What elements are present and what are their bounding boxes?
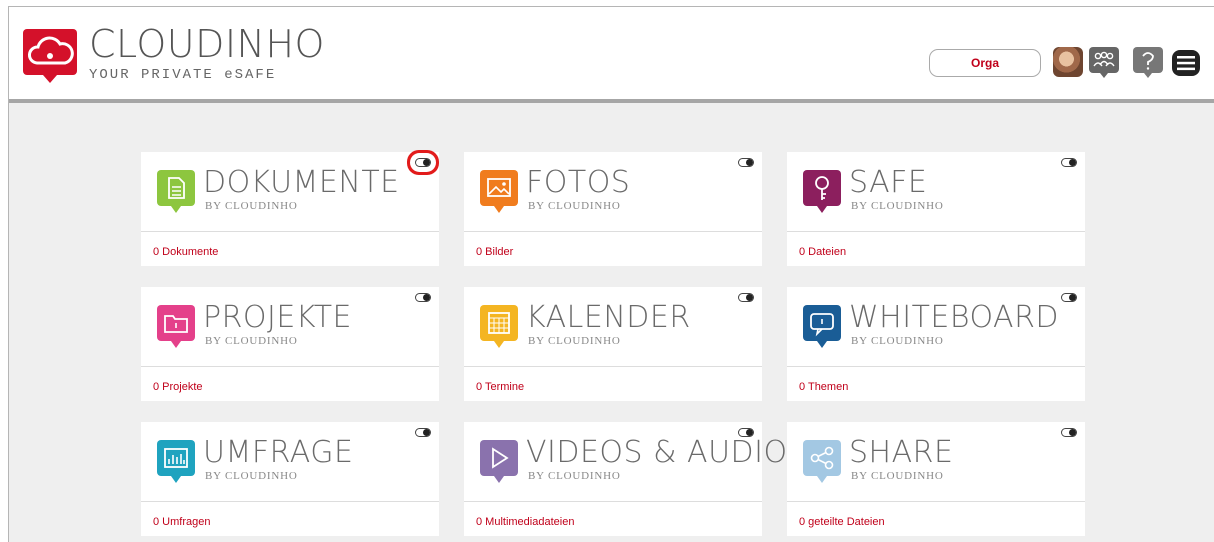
toggle-switch[interactable] <box>738 293 754 302</box>
tile-subtitle: BY CLOUDINHO <box>205 335 298 347</box>
divider <box>141 366 439 367</box>
divider <box>464 366 762 367</box>
play-icon <box>480 440 518 483</box>
group-icon[interactable] <box>1089 47 1119 79</box>
toggle-switch[interactable] <box>415 428 431 437</box>
tile-title: DOKUMENTE <box>203 165 400 200</box>
cloudinho-logo-icon[interactable] <box>23 29 77 83</box>
tile-share[interactable]: SHARE BY CLOUDINHO 0 geteilte Dateien <box>787 422 1085 536</box>
tile-title: KALENDER <box>526 300 691 335</box>
tile-subtitle: BY CLOUDINHO <box>205 470 298 482</box>
menu-icon[interactable] <box>1171 47 1201 79</box>
tile-count[interactable]: 0 Dokumente <box>153 246 218 258</box>
tile-subtitle: BY CLOUDINHO <box>528 335 621 347</box>
tile-fotos[interactable]: FOTOS BY CLOUDINHO 0 Bilder <box>464 152 762 266</box>
tile-subtitle: BY CLOUDINHO <box>528 200 621 212</box>
brand-title: CLOUDINHO <box>89 22 325 66</box>
tile-count[interactable]: 0 Themen <box>799 381 848 393</box>
tile-subtitle: BY CLOUDINHO <box>528 470 621 482</box>
toggle-switch[interactable] <box>415 293 431 302</box>
tile-title: SAFE <box>849 165 928 200</box>
divider <box>464 501 762 502</box>
tile-projekte[interactable]: PROJEKTE BY CLOUDINHO 0 Projekte <box>141 287 439 401</box>
divider <box>141 501 439 502</box>
tile-whiteboard[interactable]: WHITEBOARD BY CLOUDINHO 0 Themen <box>787 287 1085 401</box>
tile-subtitle: BY CLOUDINHO <box>851 200 944 212</box>
org-button[interactable]: Orga <box>929 49 1041 77</box>
divider <box>787 366 1085 367</box>
divider <box>787 501 1085 502</box>
tile-videos-audio[interactable]: VIDEOS & AUDIO BY CLOUDINHO 0 Multimedia… <box>464 422 787 536</box>
folder-icon <box>157 305 195 348</box>
tile-title: UMFRAGE <box>203 435 354 470</box>
tile-count[interactable]: 0 Umfragen <box>153 516 210 528</box>
tile-count[interactable]: 0 Bilder <box>476 246 513 258</box>
divider <box>787 231 1085 232</box>
help-icon[interactable] <box>1133 47 1163 79</box>
calendar-icon <box>480 305 518 348</box>
tile-title: WHITEBOARD <box>849 300 1060 335</box>
toggle-switch[interactable] <box>1061 158 1077 167</box>
tile-title: PROJEKTE <box>203 300 352 335</box>
tile-title: VIDEOS & AUDIO <box>526 435 788 470</box>
toggle-switch[interactable] <box>1061 428 1077 437</box>
share-icon <box>803 440 841 483</box>
divider <box>464 231 762 232</box>
chat-icon <box>803 305 841 348</box>
toggle-switch[interactable] <box>415 158 431 167</box>
divider <box>141 231 439 232</box>
tile-subtitle: BY CLOUDINHO <box>851 470 944 482</box>
tile-title: FOTOS <box>526 165 631 200</box>
app-header: CLOUDINHO YOUR PRIVATE eSAFE Orga <box>9 7 1214 103</box>
tile-umfrage[interactable]: UMFRAGE BY CLOUDINHO 0 Umfragen <box>141 422 439 536</box>
image-icon <box>480 170 518 213</box>
tile-subtitle: BY CLOUDINHO <box>205 200 298 212</box>
poll-chart-icon <box>157 440 195 483</box>
tile-title: SHARE <box>849 435 954 470</box>
tile-count[interactable]: 0 Dateien <box>799 246 846 258</box>
key-icon <box>803 170 841 213</box>
tile-count[interactable]: 0 Multimediadateien <box>476 516 574 528</box>
avatar[interactable] <box>1053 47 1083 77</box>
tile-kalender[interactable]: KALENDER BY CLOUDINHO 0 Termine <box>464 287 762 401</box>
document-icon <box>157 170 195 213</box>
tile-count[interactable]: 0 Projekte <box>153 381 203 393</box>
tile-dokumente[interactable]: DOKUMENTE BY CLOUDINHO 0 Dokumente <box>141 152 439 266</box>
brand-subtitle: YOUR PRIVATE eSAFE <box>89 67 277 83</box>
tile-safe[interactable]: SAFE BY CLOUDINHO 0 Dateien <box>787 152 1085 266</box>
tile-subtitle: BY CLOUDINHO <box>851 335 944 347</box>
tile-count[interactable]: 0 Termine <box>476 381 524 393</box>
tile-count[interactable]: 0 geteilte Dateien <box>799 516 885 528</box>
toggle-switch[interactable] <box>738 158 754 167</box>
toggle-switch[interactable] <box>1061 293 1077 302</box>
